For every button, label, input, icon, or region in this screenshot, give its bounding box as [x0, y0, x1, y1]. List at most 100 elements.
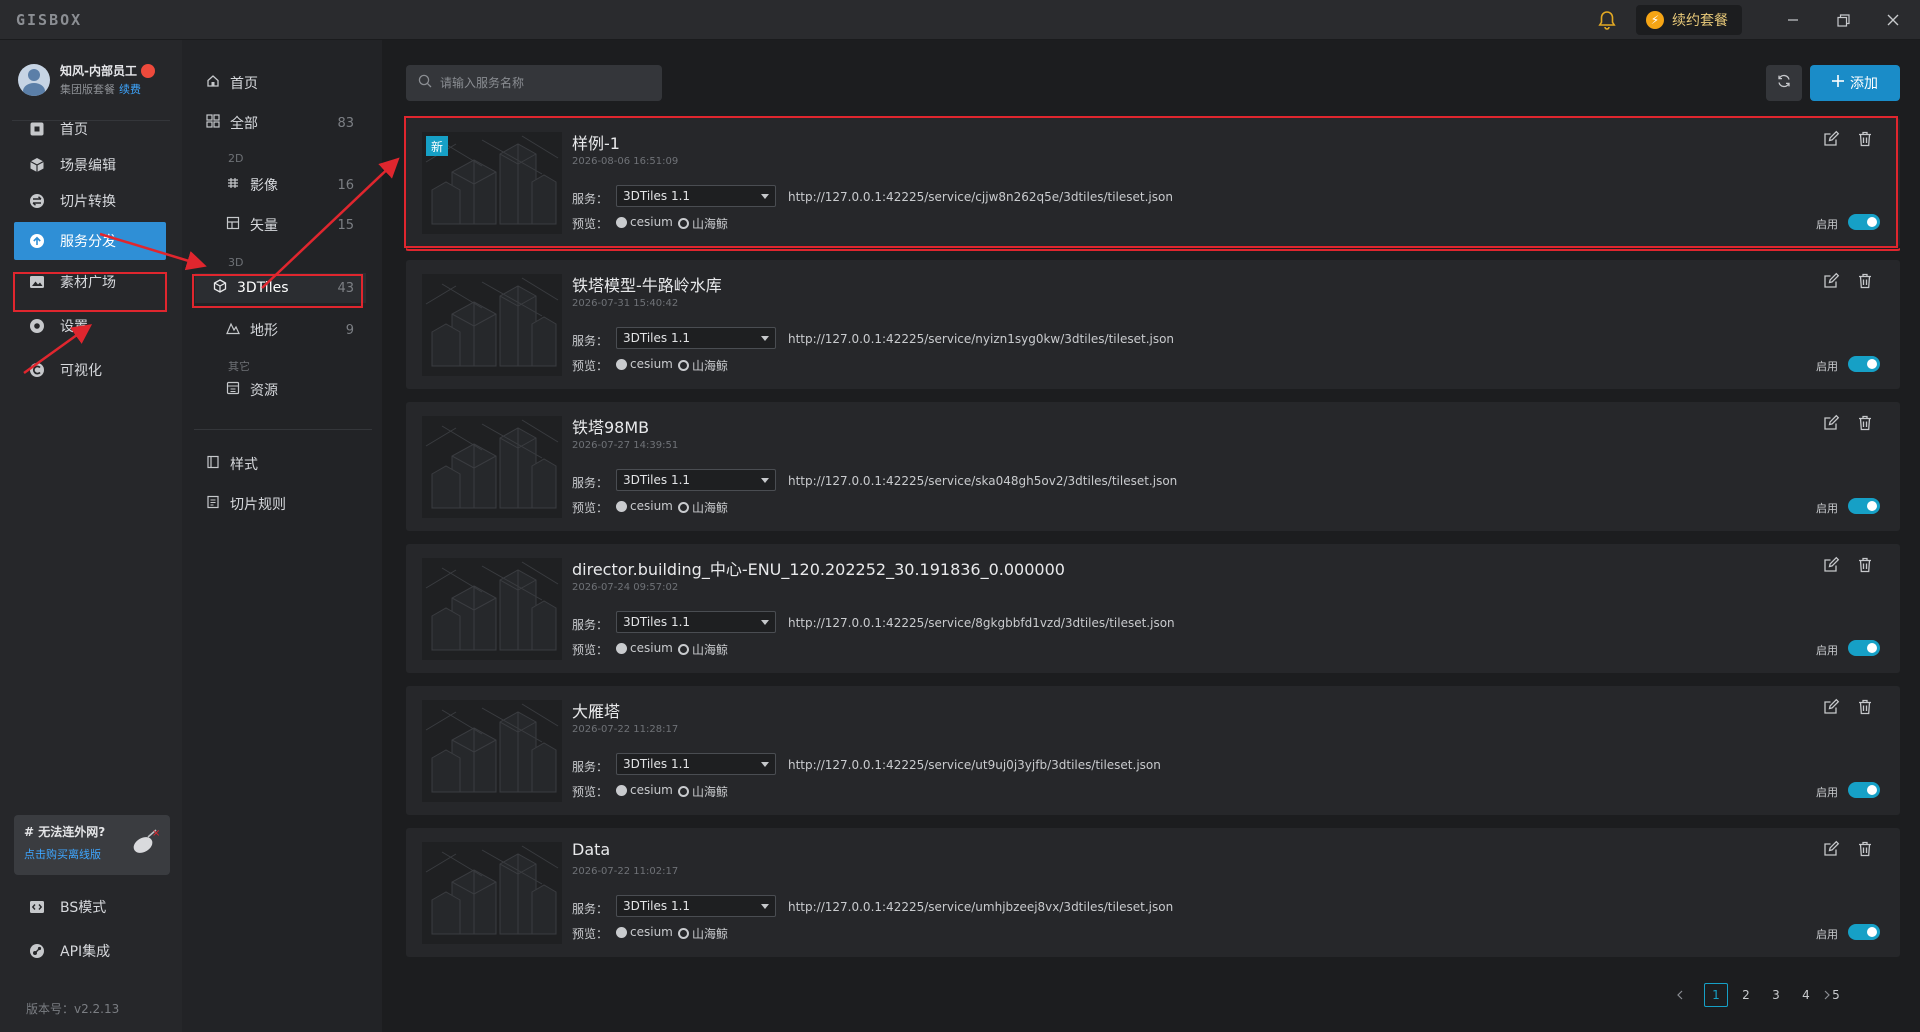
- enable-toggle[interactable]: [1848, 782, 1880, 798]
- preview-cesium-link[interactable]: cesium: [616, 215, 673, 229]
- preview-cesium-link[interactable]: cesium: [616, 641, 673, 655]
- category-resource[interactable]: 资源: [226, 375, 366, 405]
- restore-button[interactable]: [1830, 8, 1856, 32]
- minimize-button[interactable]: [1780, 8, 1806, 32]
- search-input[interactable]: [440, 76, 650, 90]
- preview-shanhai-link[interactable]: 山海鲸: [678, 215, 728, 232]
- nav-scene-edit[interactable]: 场景编辑: [0, 146, 182, 184]
- service-title: director.building_中心-ENU_120.202252_30.1…: [572, 560, 1065, 579]
- nav-visualization[interactable]: 可视化: [0, 351, 182, 389]
- edit-icon[interactable]: [1822, 840, 1842, 860]
- service-thumbnail[interactable]: [422, 558, 562, 660]
- bell-icon[interactable]: [1596, 9, 1618, 31]
- preview-cesium-link[interactable]: cesium: [616, 783, 673, 797]
- page-button[interactable]: 2: [1734, 983, 1758, 1007]
- nav-bs-mode[interactable]: BS模式: [0, 888, 182, 926]
- refresh-button[interactable]: [1766, 65, 1802, 101]
- renew-link[interactable]: 续费: [119, 83, 141, 96]
- category-tile-rules[interactable]: 切片规则: [206, 489, 366, 519]
- add-service-button[interactable]: 添加: [1810, 65, 1900, 101]
- service-version-select[interactable]: 3DTiles 1.1: [616, 895, 776, 917]
- preview-cesium-link[interactable]: cesium: [616, 357, 673, 371]
- edit-icon[interactable]: [1822, 698, 1842, 718]
- preview-shanhai-link[interactable]: 山海鲸: [678, 783, 728, 800]
- nav-home[interactable]: 首页: [0, 110, 182, 148]
- page-button[interactable]: 4: [1794, 983, 1818, 1007]
- service-card[interactable]: 铁塔模型-牛路岭水库 2026-07-31 15:40:42 服务： 3DTil…: [406, 260, 1900, 389]
- delete-icon[interactable]: [1856, 414, 1876, 434]
- category-all[interactable]: 全部 83: [206, 108, 366, 138]
- service-card[interactable]: Data 2026-07-22 11:02:17 服务： 3DTiles 1.1…: [406, 828, 1900, 957]
- page-button[interactable]: 1: [1704, 983, 1728, 1007]
- service-url[interactable]: http://127.0.0.1:42225/service/umhjbzeej…: [788, 900, 1173, 914]
- nav-home-label: 首页: [60, 122, 88, 138]
- service-version-value: 3DTiles 1.1: [623, 331, 691, 345]
- service-thumbnail[interactable]: [422, 842, 562, 944]
- category-imagery[interactable]: 影像 16: [226, 170, 366, 200]
- edit-icon[interactable]: [1822, 272, 1842, 292]
- preview-shanhai-link[interactable]: 山海鲸: [678, 641, 728, 658]
- category-3dtiles[interactable]: 3DTiles 43: [195, 273, 366, 303]
- preview-shanhai-link[interactable]: 山海鲸: [678, 925, 728, 942]
- preview-cesium-link[interactable]: cesium: [616, 499, 673, 513]
- preview-shanhai-link[interactable]: 山海鲸: [678, 357, 728, 374]
- service-thumbnail[interactable]: [422, 416, 562, 518]
- service-url[interactable]: http://127.0.0.1:42225/service/ska048gh5…: [788, 474, 1177, 488]
- service-thumbnail[interactable]: 新: [422, 132, 562, 234]
- service-url[interactable]: http://127.0.0.1:42225/service/nyizn1syg…: [788, 332, 1174, 346]
- page-button[interactable]: 3: [1764, 983, 1788, 1007]
- badge-icon: [140, 63, 155, 78]
- nav-api-integration[interactable]: API集成: [0, 932, 182, 970]
- preview-cesium-link[interactable]: cesium: [616, 925, 673, 939]
- cube-icon: [213, 279, 227, 297]
- delete-icon[interactable]: [1856, 698, 1876, 718]
- service-card[interactable]: director.building_中心-ENU_120.202252_30.1…: [406, 544, 1900, 673]
- enable-toggle[interactable]: [1848, 640, 1880, 656]
- service-url[interactable]: http://127.0.0.1:42225/service/8gkgbbfd1…: [788, 616, 1175, 630]
- enable-toggle[interactable]: [1848, 924, 1880, 940]
- category-style[interactable]: 样式: [206, 449, 366, 479]
- edit-icon[interactable]: [1822, 414, 1842, 434]
- service-card[interactable]: 铁塔98MB 2026-07-27 14:39:51 服务： 3DTiles 1…: [406, 402, 1900, 531]
- service-title: Data: [572, 840, 611, 859]
- delete-icon[interactable]: [1856, 130, 1876, 150]
- category-home[interactable]: 首页: [206, 68, 366, 98]
- preview-cesium-label: cesium: [630, 925, 673, 939]
- user-profile[interactable]: 知风-内部员工 集团版套餐 续费: [18, 62, 155, 97]
- enable-toggle[interactable]: [1848, 498, 1880, 514]
- delete-icon[interactable]: [1856, 840, 1876, 860]
- preview-shanhai-link[interactable]: 山海鲸: [678, 499, 728, 516]
- renew-plan-button[interactable]: ⚡ 续约套餐: [1636, 5, 1742, 35]
- service-version-select[interactable]: 3DTiles 1.1: [616, 469, 776, 491]
- delete-icon[interactable]: [1856, 272, 1876, 292]
- service-thumbnail[interactable]: [422, 700, 562, 802]
- page-button[interactable]: 5: [1824, 983, 1848, 1007]
- service-url[interactable]: http://127.0.0.1:42225/service/cjjw8n262…: [788, 190, 1173, 204]
- service-version-select[interactable]: 3DTiles 1.1: [616, 327, 776, 349]
- nav-service-publish[interactable]: 服务分发: [14, 222, 166, 260]
- category-terrain[interactable]: 地形 9: [226, 315, 366, 345]
- nav-settings[interactable]: 设置: [0, 307, 182, 345]
- enable-toggle[interactable]: [1848, 214, 1880, 230]
- close-button[interactable]: [1880, 8, 1906, 32]
- enable-label: 启用: [1816, 502, 1838, 515]
- terrain-icon: [226, 321, 240, 339]
- service-thumbnail[interactable]: [422, 274, 562, 376]
- service-url[interactable]: http://127.0.0.1:42225/service/ut9uj0j3y…: [788, 758, 1161, 772]
- delete-icon[interactable]: [1856, 556, 1876, 576]
- edit-icon[interactable]: [1822, 130, 1842, 150]
- search-box[interactable]: [406, 65, 662, 101]
- nav-material-square[interactable]: 素材广场: [0, 263, 182, 301]
- shanhai-icon: [678, 218, 689, 229]
- offline-promo[interactable]: # 无法连外网? 点击购买离线版 ×: [14, 815, 170, 875]
- service-version-select[interactable]: 3DTiles 1.1: [616, 185, 776, 207]
- enable-toggle[interactable]: [1848, 356, 1880, 372]
- service-card[interactable]: 新 样例-1 2026-08-06 16:51:09 服务： 3DTiles 1…: [406, 118, 1900, 251]
- nav-tile-convert[interactable]: 切片转换: [0, 182, 182, 220]
- category-vector[interactable]: 矢量 15: [226, 210, 366, 240]
- edit-icon[interactable]: [1822, 556, 1842, 576]
- prev-page-icon[interactable]: [1668, 983, 1692, 1007]
- service-card[interactable]: 大雁塔 2026-07-22 11:28:17 服务： 3DTiles 1.1 …: [406, 686, 1900, 815]
- service-version-select[interactable]: 3DTiles 1.1: [616, 753, 776, 775]
- service-version-select[interactable]: 3DTiles 1.1: [616, 611, 776, 633]
